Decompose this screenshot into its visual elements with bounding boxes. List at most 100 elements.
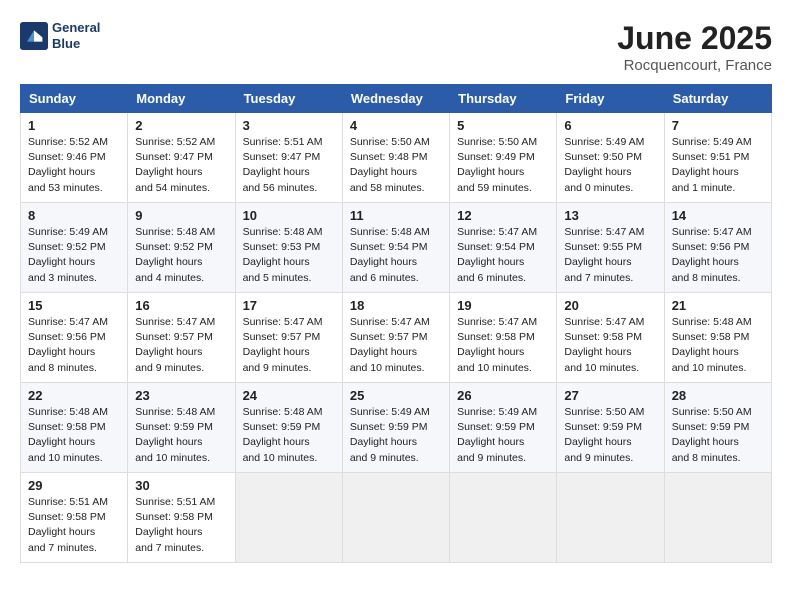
day-12: 12Sunrise: 5:47 AMSunset: 9:54 PMDayligh… <box>450 203 557 293</box>
day-info-9: Sunrise: 5:48 AMSunset: 9:52 PMDaylight … <box>135 225 227 286</box>
day-22: 22 Sunrise: 5:48 AMSunset: 9:58 PMDayligh… <box>21 383 128 473</box>
day-3: 3 Sunrise: 5:51 AMSunset: 9:47 PMDaylight… <box>235 113 342 203</box>
day-number-14: 14 <box>672 208 764 223</box>
logo-text: General Blue <box>52 20 100 51</box>
day-13: 13 Sunrise: 5:47 AMSunset: 9:55 PMDayligh… <box>557 203 664 293</box>
col-saturday: Saturday <box>664 85 771 113</box>
col-thursday: Thursday <box>450 85 557 113</box>
col-wednesday: Wednesday <box>342 85 449 113</box>
day-info-17: Sunrise: 5:47 AMSunset: 9:57 PMDaylight … <box>243 315 335 376</box>
day-info-7: Sunrise: 5:49 AMSunset: 9:51 PMDaylight … <box>672 135 764 196</box>
day-number-21: 21 <box>672 298 764 313</box>
day-14: 14 Sunrise: 5:47 AMSunset: 9:56 PMDayligh… <box>664 203 771 293</box>
day-info-12: Sunrise: 5:47 AMSunset: 9:54 PMDaylight … <box>457 225 549 286</box>
day-info-2: Sunrise: 5:52 AMSunset: 9:47 PMDaylight … <box>135 135 227 196</box>
day-info-25: Sunrise: 5:49 AMSunset: 9:59 PMDaylight … <box>350 405 442 466</box>
day-number-20: 20 <box>564 298 656 313</box>
day-4: 4 Sunrise: 5:50 AMSunset: 9:48 PMDaylight… <box>342 113 449 203</box>
day-info-3: Sunrise: 5:51 AMSunset: 9:47 PMDaylight … <box>243 135 335 196</box>
day-number-23: 23 <box>135 388 227 403</box>
logo: General Blue <box>20 20 100 51</box>
day-info-20: Sunrise: 5:47 AMSunset: 9:58 PMDaylight … <box>564 315 656 376</box>
page-container: General Blue June 2025 Rocquencourt, Fra… <box>20 20 772 563</box>
day-number-17: 17 <box>243 298 335 313</box>
day-info-4: Sunrise: 5:50 AMSunset: 9:48 PMDaylight … <box>350 135 442 196</box>
day-info-6: Sunrise: 5:49 AMSunset: 9:50 PMDaylight … <box>564 135 656 196</box>
day-24: 24Sunrise: 5:48 AMSunset: 9:59 PMDayligh… <box>235 383 342 473</box>
day-number-16: 16 <box>135 298 227 313</box>
day-number-5: 5 <box>457 118 549 133</box>
logo-line2: Blue <box>52 36 100 52</box>
day-number-26: 26 <box>457 388 549 403</box>
day-number-3: 3 <box>243 118 335 133</box>
day-number-29: 29 <box>28 478 120 493</box>
day-number-19: 19 <box>457 298 549 313</box>
week-row-4: 22 Sunrise: 5:48 AMSunset: 9:58 PMDayligh… <box>21 383 772 473</box>
header-row: Sunday Monday Tuesday Wednesday Thursday… <box>21 85 772 113</box>
day-number-25: 25 <box>350 388 442 403</box>
main-title: June 2025 <box>617 20 772 57</box>
day-number-11: 11 <box>350 208 442 223</box>
empty-cell <box>664 473 771 563</box>
col-monday: Monday <box>128 85 235 113</box>
day-info-28: Sunrise: 5:50 AMSunset: 9:59 PMDaylight … <box>672 405 764 466</box>
week-row-2: 8 Sunrise: 5:49 AMSunset: 9:52 PMDaylight… <box>21 203 772 293</box>
day-info-22: Sunrise: 5:48 AMSunset: 9:58 PMDaylight … <box>28 405 120 466</box>
day-16: 16 Sunrise: 5:47 AMSunset: 9:57 PMDayligh… <box>128 293 235 383</box>
day-number-24: 24 <box>243 388 335 403</box>
empty-cell <box>342 473 449 563</box>
day-info-14: Sunrise: 5:47 AMSunset: 9:56 PMDaylight … <box>672 225 764 286</box>
col-tuesday: Tuesday <box>235 85 342 113</box>
day-23: 23Sunrise: 5:48 AMSunset: 9:59 PMDayligh… <box>128 383 235 473</box>
day-30: 30Sunrise: 5:51 AMSunset: 9:58 PMDayligh… <box>128 473 235 563</box>
day-info-21: Sunrise: 5:48 AMSunset: 9:58 PMDaylight … <box>672 315 764 376</box>
day-26: 26 Sunrise: 5:49 AMSunset: 9:59 PMDayligh… <box>450 383 557 473</box>
day-number-18: 18 <box>350 298 442 313</box>
day-number-2: 2 <box>135 118 227 133</box>
day-6: 6 Sunrise: 5:49 AMSunset: 9:50 PMDaylight… <box>557 113 664 203</box>
day-info-8: Sunrise: 5:49 AMSunset: 9:52 PMDaylight … <box>28 225 120 286</box>
day-8: 8 Sunrise: 5:49 AMSunset: 9:52 PMDaylight… <box>21 203 128 293</box>
week-row-5: 29 Sunrise: 5:51 AMSunset: 9:58 PMDayligh… <box>21 473 772 563</box>
day-info-5: Sunrise: 5:50 AMSunset: 9:49 PMDaylight … <box>457 135 549 196</box>
day-25: 25 Sunrise: 5:49 AMSunset: 9:59 PMDayligh… <box>342 383 449 473</box>
week-row-1: 1Sunrise: 5:52 AMSunset: 9:46 PMDaylight… <box>21 113 772 203</box>
calendar-table: Sunday Monday Tuesday Wednesday Thursday… <box>20 84 772 563</box>
col-sunday: Sunday <box>21 85 128 113</box>
empty-cell <box>235 473 342 563</box>
subtitle: Rocquencourt, France <box>617 57 772 74</box>
day-info-27: Sunrise: 5:50 AMSunset: 9:59 PMDaylight … <box>564 405 656 466</box>
day-number-13: 13 <box>564 208 656 223</box>
header: General Blue June 2025 Rocquencourt, Fra… <box>20 20 772 74</box>
day-number-28: 28 <box>672 388 764 403</box>
empty-cell <box>557 473 664 563</box>
day-number-22: 22 <box>28 388 120 403</box>
day-number-4: 4 <box>350 118 442 133</box>
day-info-15: Sunrise: 5:47 AMSunset: 9:56 PMDaylight … <box>28 315 120 376</box>
day-19: 19 Sunrise: 5:47 AMSunset: 9:58 PMDayligh… <box>450 293 557 383</box>
day-number-6: 6 <box>564 118 656 133</box>
day-number-10: 10 <box>243 208 335 223</box>
day-2: 2 Sunrise: 5:52 AMSunset: 9:47 PMDaylight… <box>128 113 235 203</box>
day-number-27: 27 <box>564 388 656 403</box>
day-5: 5 Sunrise: 5:50 AMSunset: 9:49 PMDaylight… <box>450 113 557 203</box>
day-info-26: Sunrise: 5:49 AMSunset: 9:59 PMDaylight … <box>457 405 549 466</box>
day-info-10: Sunrise: 5:48 AMSunset: 9:53 PMDaylight … <box>243 225 335 286</box>
day-info-11: Sunrise: 5:48 AMSunset: 9:54 PMDaylight … <box>350 225 442 286</box>
day-info-29: Sunrise: 5:51 AMSunset: 9:58 PMDaylight … <box>28 495 120 556</box>
day-info-1: Sunrise: 5:52 AMSunset: 9:46 PMDaylight … <box>28 135 120 196</box>
logo-icon <box>20 22 48 50</box>
day-number-9: 9 <box>135 208 227 223</box>
col-friday: Friday <box>557 85 664 113</box>
day-info-19: Sunrise: 5:47 AMSunset: 9:58 PMDaylight … <box>457 315 549 376</box>
day-number-30: 30 <box>135 478 227 493</box>
day-info-16: Sunrise: 5:47 AMSunset: 9:57 PMDaylight … <box>135 315 227 376</box>
day-11: 11 Sunrise: 5:48 AMSunset: 9:54 PMDayligh… <box>342 203 449 293</box>
day-27: 27 Sunrise: 5:50 AMSunset: 9:59 PMDayligh… <box>557 383 664 473</box>
day-number-15: 15 <box>28 298 120 313</box>
day-9: 9 Sunrise: 5:48 AMSunset: 9:52 PMDaylight… <box>128 203 235 293</box>
day-7: 7 Sunrise: 5:49 AMSunset: 9:51 PMDaylight… <box>664 113 771 203</box>
day-number-7: 7 <box>672 118 764 133</box>
day-info-13: Sunrise: 5:47 AMSunset: 9:55 PMDaylight … <box>564 225 656 286</box>
day-number-8: 8 <box>28 208 120 223</box>
